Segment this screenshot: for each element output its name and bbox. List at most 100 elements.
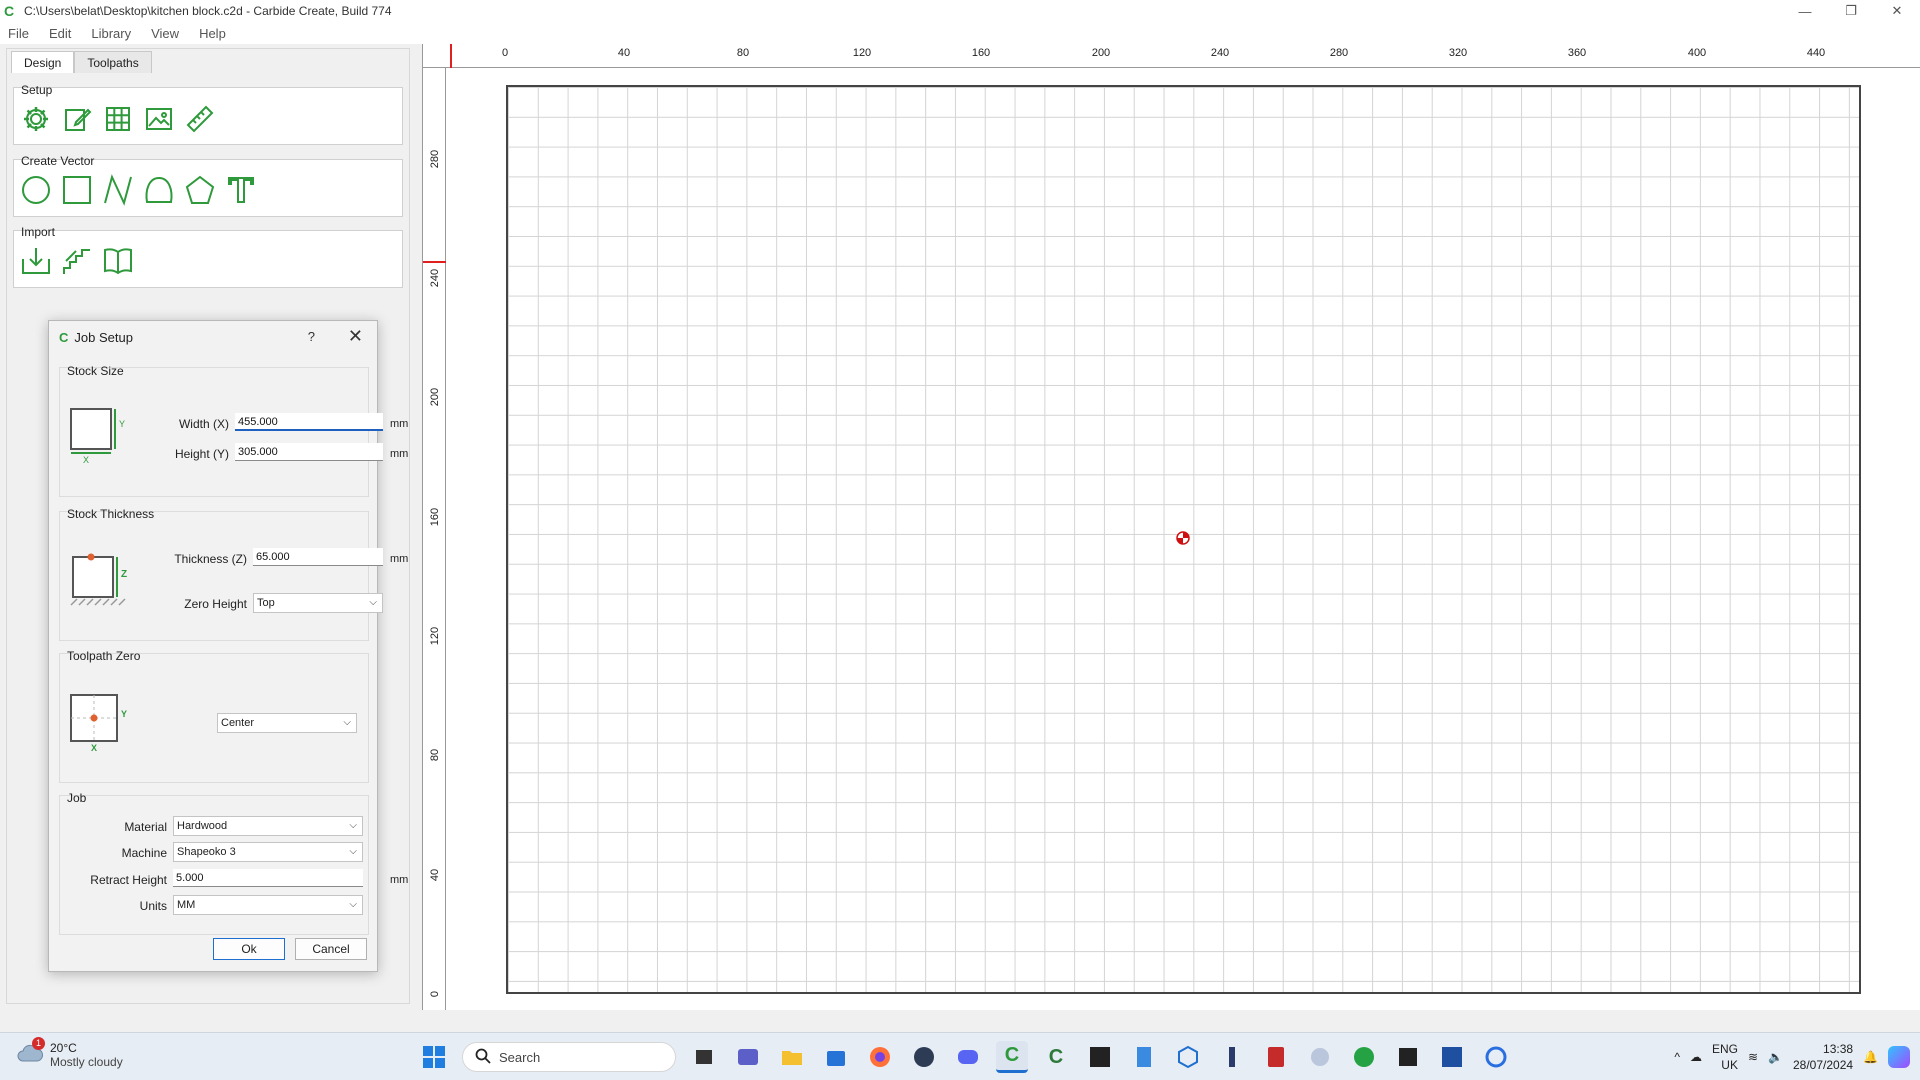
setup-label: Setup (21, 83, 53, 97)
whatsapp-icon[interactable] (1348, 1041, 1380, 1073)
text-icon[interactable] (224, 173, 258, 207)
carbide-create-icon: C (4, 3, 15, 19)
chevron-up-icon[interactable]: ^ (1674, 1050, 1680, 1064)
chevron-down-icon: ⌵ (349, 820, 357, 831)
pdf-reader-icon[interactable] (1260, 1041, 1292, 1073)
file-explorer-icon[interactable] (776, 1041, 808, 1073)
horizontal-ruler: 0 40 80 120 160 200 240 280 320 360 400 … (422, 44, 1920, 68)
chevron-down-icon: ⌵ (369, 597, 377, 608)
windows-start-icon[interactable] (418, 1041, 450, 1073)
weather-widget[interactable]: 1 20°C Mostly cloudy (16, 1037, 123, 1069)
ruler-icon[interactable] (183, 102, 217, 136)
notification-bell-icon[interactable]: 🔔 (1863, 1050, 1878, 1064)
toolpath-zero-select[interactable]: Center ⌵ (217, 713, 357, 733)
image-icon[interactable] (142, 102, 176, 136)
library-book-icon[interactable] (101, 244, 135, 278)
grid-icon[interactable] (101, 102, 135, 136)
circle-icon[interactable] (19, 173, 53, 207)
units-select[interactable]: MM ⌵ (173, 895, 363, 915)
se-app-icon[interactable] (1436, 1041, 1468, 1073)
width-label: Width (X) (178, 417, 229, 431)
menu-edit[interactable]: Edit (49, 26, 71, 41)
polygon-icon[interactable] (183, 173, 217, 207)
ok-button[interactable]: Ok (213, 938, 285, 960)
retract-height-label: Retract Height (90, 873, 167, 887)
chevron-down-icon: ⌵ (343, 717, 351, 728)
volume-icon[interactable]: 🔈 (1768, 1050, 1783, 1064)
menu-library[interactable]: Library (91, 26, 131, 41)
job-setup-dialog: C Job Setup ? ✕ Stock Size Y X Width (X)… (48, 320, 408, 972)
import-vector-icon[interactable] (19, 244, 53, 278)
toolpath-zero-marker-icon (1176, 531, 1190, 545)
height-input[interactable]: 305.000 (235, 443, 383, 461)
lang-top: ENG (1711, 1042, 1738, 1056)
store-icon[interactable] (820, 1041, 852, 1073)
width-unit: mm (390, 418, 409, 430)
job-setup-gear-icon[interactable] (19, 102, 53, 136)
weather-desc: Mostly cloudy (50, 1055, 123, 1069)
circle-app-icon[interactable] (1480, 1041, 1512, 1073)
width-input[interactable]: 455.000 (235, 413, 383, 431)
thickness-label: Thickness (Z) (174, 552, 247, 566)
machine-select[interactable]: Shapeoko 3 ⌵ (173, 842, 363, 862)
ruler-cursor-marker-x (450, 44, 452, 68)
create-vector-label: Create Vector (21, 154, 95, 168)
close-dialog-button[interactable]: ✕ (348, 326, 363, 347)
app-c-dark-icon[interactable] (1084, 1041, 1116, 1073)
maximize-button[interactable]: ❐ (1828, 0, 1874, 22)
tab-design[interactable]: Design (11, 51, 75, 73)
cube-app-icon[interactable] (1172, 1041, 1204, 1073)
taskbar-apps: Search C C (418, 1041, 1512, 1073)
minimize-button[interactable]: — (1782, 0, 1828, 22)
import-label: Import (21, 225, 56, 239)
ruler-x-label: 240 (1210, 47, 1230, 59)
discord-icon[interactable] (952, 1041, 984, 1073)
app-orb-icon[interactable] (908, 1041, 940, 1073)
import-icons (19, 244, 135, 278)
notepad-icon[interactable] (1128, 1041, 1160, 1073)
polyline-icon[interactable] (101, 173, 135, 207)
weather-temp: 20°C (50, 1041, 77, 1055)
zero-height-value: Top (257, 597, 275, 609)
ruler-y-label: 160 (429, 507, 441, 527)
menu-file[interactable]: File (8, 26, 29, 41)
job-label: Job (67, 791, 87, 805)
ruler-x-label: 80 (736, 47, 750, 59)
thickness-input[interactable]: 65.000 (253, 548, 383, 566)
carbide-motion-icon[interactable]: C (1040, 1041, 1072, 1073)
language-indicator[interactable]: ENG UK (1712, 1041, 1738, 1073)
usb-tool-icon[interactable] (1216, 1041, 1248, 1073)
height-unit: mm (390, 448, 409, 460)
close-window-button[interactable]: ✕ (1874, 0, 1920, 22)
tab-toolpaths[interactable]: Toolpaths (74, 51, 152, 73)
ruler-x-label: 320 (1448, 47, 1468, 59)
carbide-create-taskbar-icon[interactable]: C (996, 1041, 1028, 1073)
ruler-x-label: 360 (1567, 47, 1587, 59)
retract-height-input[interactable]: 5.000 (173, 869, 363, 887)
weather-badge: 1 (32, 1037, 45, 1050)
app-tools-icon[interactable] (1304, 1041, 1336, 1073)
diamond-app-icon[interactable] (1392, 1041, 1424, 1073)
machine-label: Machine (121, 846, 167, 860)
menu-view[interactable]: View (151, 26, 179, 41)
taskbar-search[interactable]: Search (462, 1042, 676, 1072)
firefox-icon[interactable] (864, 1041, 896, 1073)
help-button[interactable]: ? (308, 329, 315, 344)
clock[interactable]: 13:38 28/07/2024 (1793, 1041, 1853, 1073)
curve-icon[interactable] (142, 173, 176, 207)
ruler-y-label: 80 (429, 748, 441, 762)
rectangle-icon[interactable] (60, 173, 94, 207)
network-cloud-icon[interactable]: ☁ (1690, 1050, 1702, 1064)
copilot-icon[interactable] (1888, 1046, 1910, 1068)
material-select[interactable]: Hardwood ⌵ (173, 816, 363, 836)
edit-document-icon[interactable] (60, 102, 94, 136)
import-steps-icon[interactable] (60, 244, 94, 278)
wifi-icon[interactable]: ≋ (1748, 1050, 1758, 1064)
teams-icon[interactable] (732, 1041, 764, 1073)
cancel-button[interactable]: Cancel (295, 938, 367, 960)
menu-help[interactable]: Help (199, 26, 226, 41)
stock-size-diagram-icon: Y X (69, 407, 127, 467)
thickness-unit: mm (390, 553, 409, 565)
task-view-icon[interactable] (688, 1041, 720, 1073)
zero-height-select[interactable]: Top ⌵ (253, 593, 383, 613)
